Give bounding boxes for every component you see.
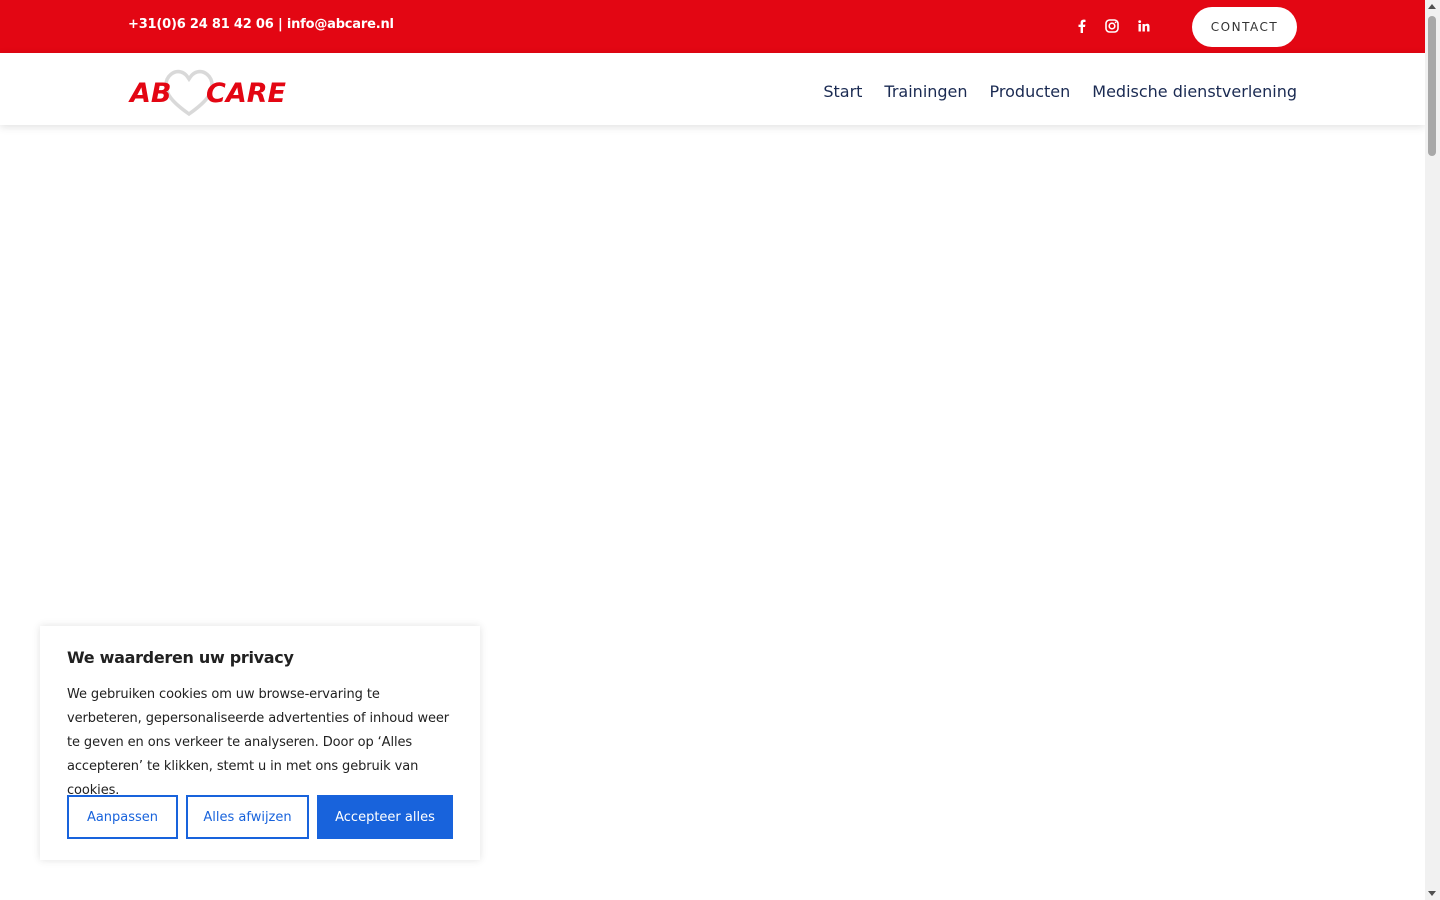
cookie-banner-title: We waarderen uw privacy — [67, 648, 294, 667]
scroll-thumb[interactable] — [1428, 16, 1436, 156]
scroll-up-arrow-icon[interactable] — [1428, 4, 1436, 9]
abcare-logo[interactable]: AB CARE — [128, 68, 288, 118]
site-header: AB CARE Start Trainingen Producten Medis… — [0, 53, 1425, 125]
nav-item-producten[interactable]: Producten — [990, 82, 1071, 101]
customize-button[interactable]: Aanpassen — [67, 795, 178, 839]
logo-text-ab: AB — [128, 78, 171, 109]
linkedin-icon[interactable] — [1135, 17, 1153, 35]
logo-text-care: CARE — [206, 78, 287, 109]
cookie-banner-actions: Aanpassen Alles afwijzen Accepteer alles — [67, 795, 453, 839]
accept-all-button[interactable]: Accepteer alles — [317, 795, 453, 839]
cookie-consent-banner: We waarderen uw privacy We gebruiken coo… — [40, 626, 480, 860]
scroll-down-arrow-icon[interactable] — [1428, 891, 1436, 896]
cookie-banner-text: We gebruiken cookies om uw browse-ervari… — [67, 687, 450, 798]
top-bar: +31(0)6 24 81 42 06 | info@abcare.nl CON… — [0, 0, 1425, 53]
contact-info: +31(0)6 24 81 42 06 | info@abcare.nl — [128, 17, 394, 32]
nav-item-trainingen[interactable]: Trainingen — [884, 82, 967, 101]
page-scrollbar[interactable] — [1425, 0, 1440, 900]
facebook-icon[interactable] — [1072, 17, 1090, 35]
nav-item-medische-dienstverlening[interactable]: Medische dienstverlening — [1092, 82, 1297, 101]
nav-item-start[interactable]: Start — [823, 82, 862, 101]
reject-all-button[interactable]: Alles afwijzen — [186, 795, 309, 839]
contact-button[interactable]: CONTACT — [1192, 7, 1297, 47]
main-nav: Start Trainingen Producten Medische dien… — [823, 82, 1297, 101]
instagram-icon[interactable] — [1103, 17, 1121, 35]
